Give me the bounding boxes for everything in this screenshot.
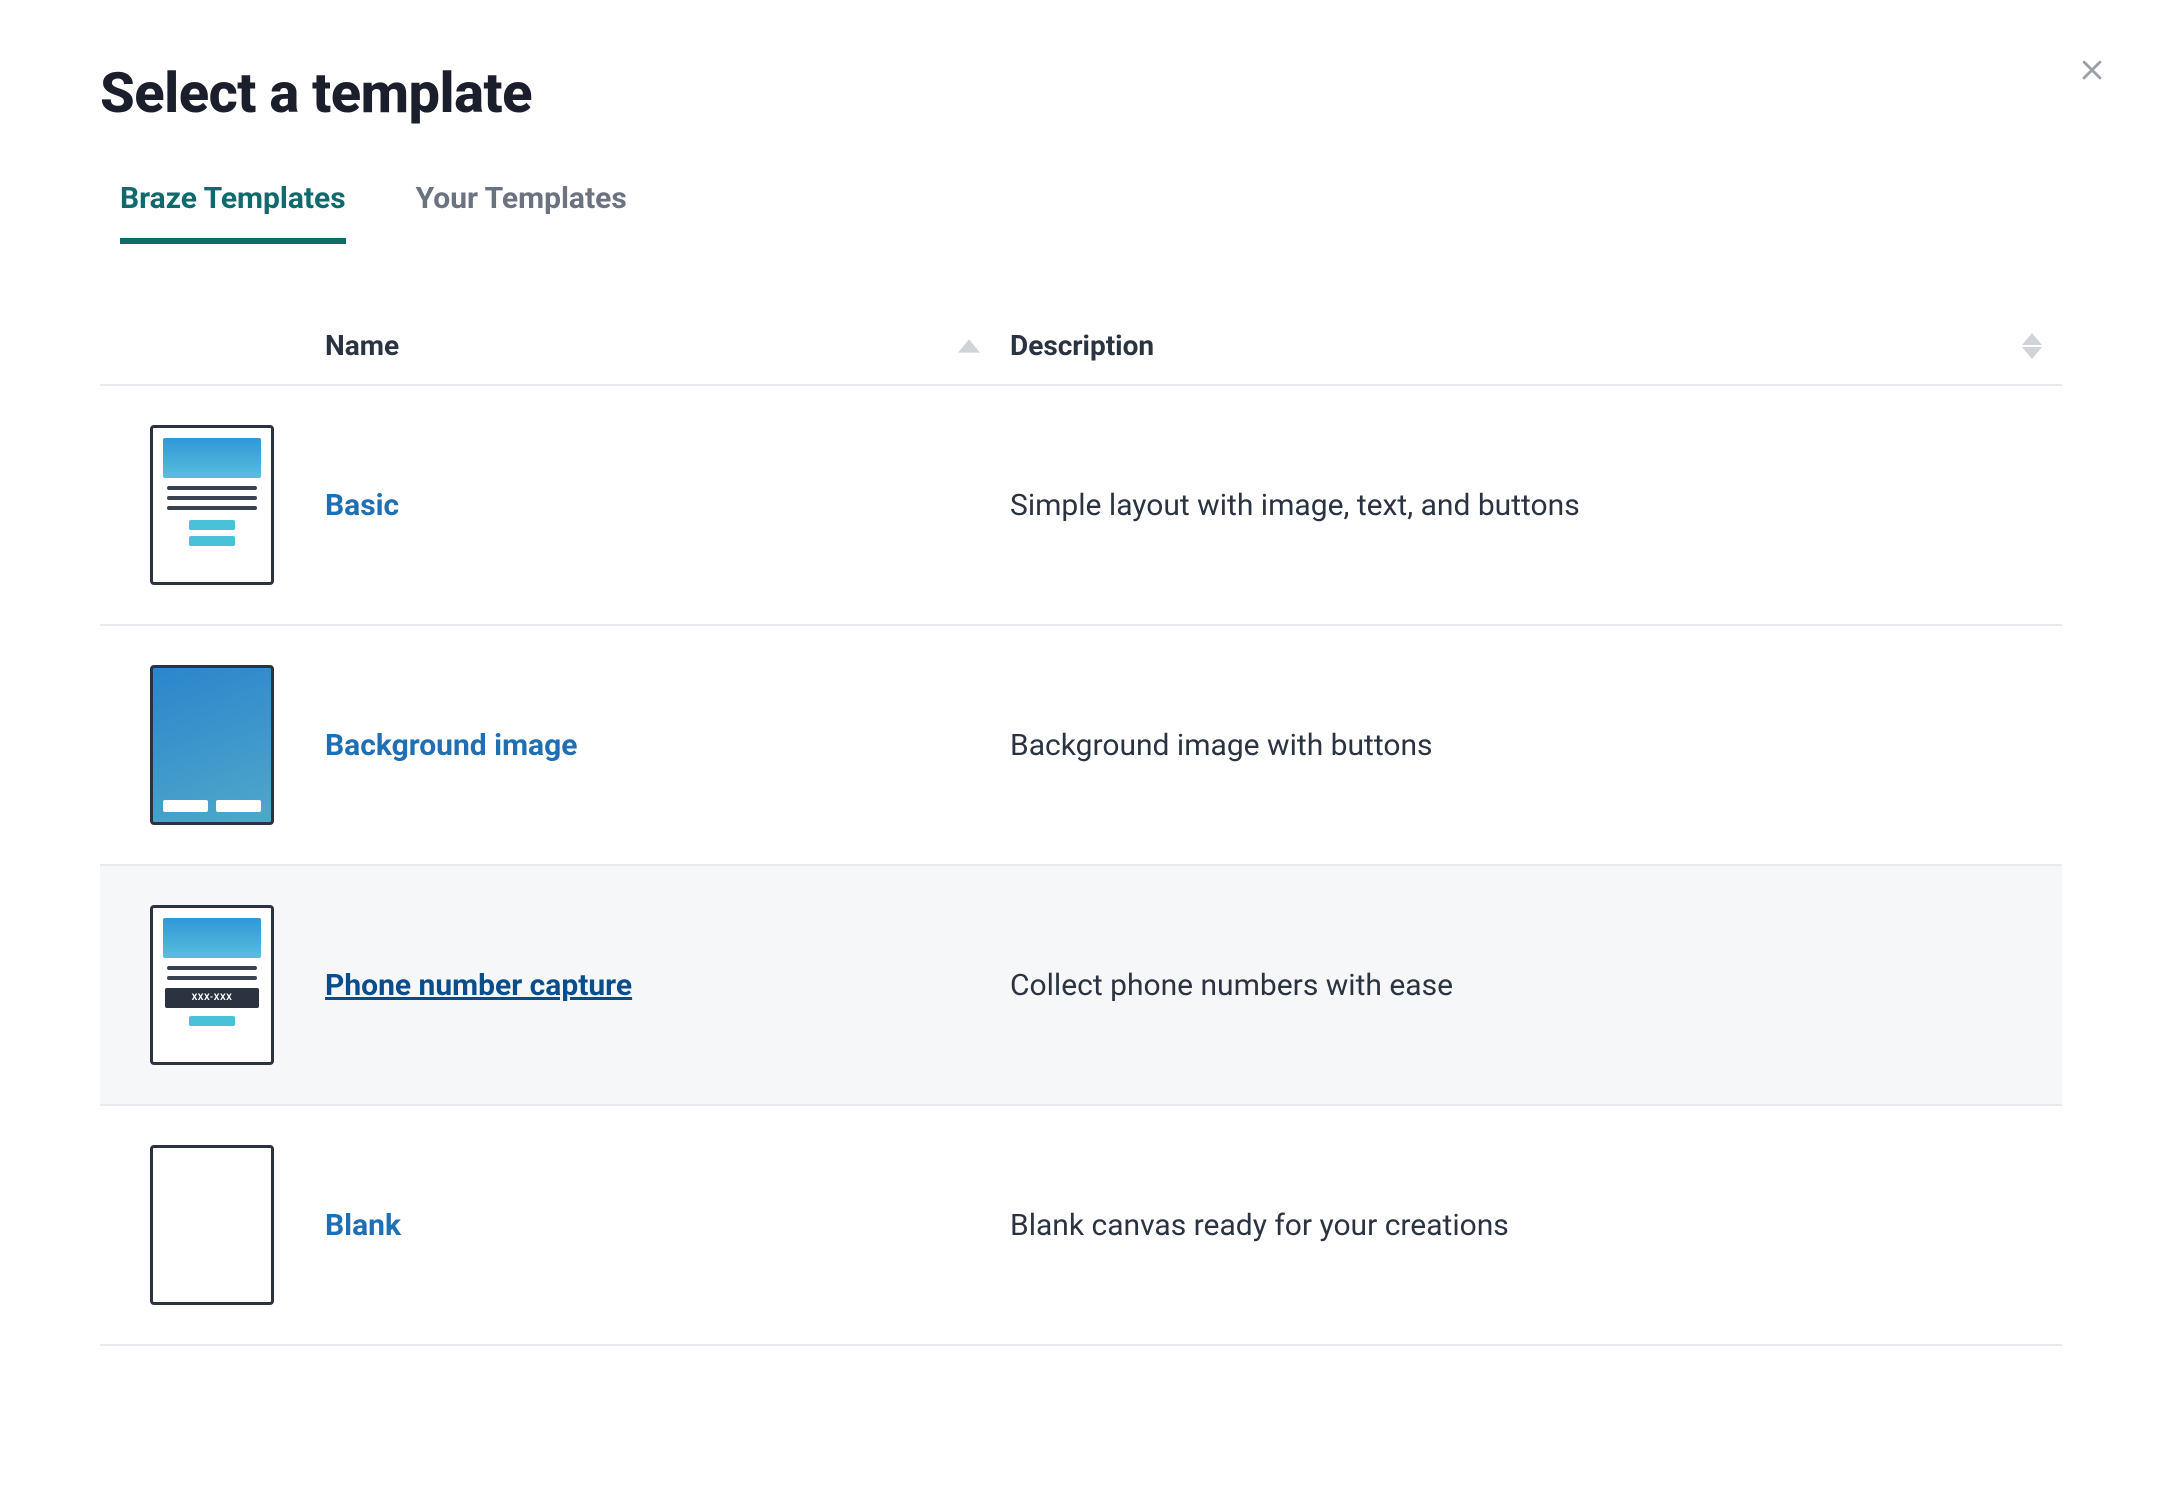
table-row[interactable]: Background image Background image with b… xyxy=(100,626,2062,866)
template-thumbnail-basic xyxy=(150,425,274,585)
template-link-basic[interactable]: Basic xyxy=(325,488,399,523)
sort-asc-icon xyxy=(958,339,980,353)
table-row[interactable]: Basic Simple layout with image, text, an… xyxy=(100,386,2062,626)
column-header-name[interactable]: Name xyxy=(325,329,399,362)
template-link-phone-number-capture[interactable]: Phone number capture xyxy=(325,968,632,1003)
tab-your-templates[interactable]: Your Templates xyxy=(416,181,627,244)
template-link-background-image[interactable]: Background image xyxy=(325,728,577,763)
template-description: Blank canvas ready for your creations xyxy=(1010,1208,2062,1243)
template-description: Simple layout with image, text, and butt… xyxy=(1010,488,2062,523)
table-row[interactable]: Blank Blank canvas ready for your creati… xyxy=(100,1106,2062,1346)
close-button[interactable] xyxy=(2072,50,2112,90)
close-icon xyxy=(2075,53,2109,87)
template-description: Background image with buttons xyxy=(1010,728,2062,763)
tabs: Braze Templates Your Templates xyxy=(100,181,2062,244)
template-thumbnail-background-image xyxy=(150,665,274,825)
modal-title: Select a template xyxy=(100,60,2062,126)
table-header: Name Description xyxy=(100,299,2062,386)
template-thumbnail-blank xyxy=(150,1145,274,1305)
sort-both-icon xyxy=(2022,333,2042,359)
template-thumbnail-phone-capture: XXX-XXX xyxy=(150,905,274,1065)
template-link-blank[interactable]: Blank xyxy=(325,1208,401,1243)
tab-braze-templates[interactable]: Braze Templates xyxy=(120,181,346,244)
template-description: Collect phone numbers with ease xyxy=(1010,968,2062,1003)
thumbnail-input-label: XXX-XXX xyxy=(165,988,259,1008)
table-row[interactable]: XXX-XXX Phone number capture Collect pho… xyxy=(100,866,2062,1106)
templates-table: Name Description xyxy=(100,299,2062,1346)
column-header-description[interactable]: Description xyxy=(1010,329,1154,362)
select-template-modal: Select a template Braze Templates Your T… xyxy=(0,0,2162,1386)
